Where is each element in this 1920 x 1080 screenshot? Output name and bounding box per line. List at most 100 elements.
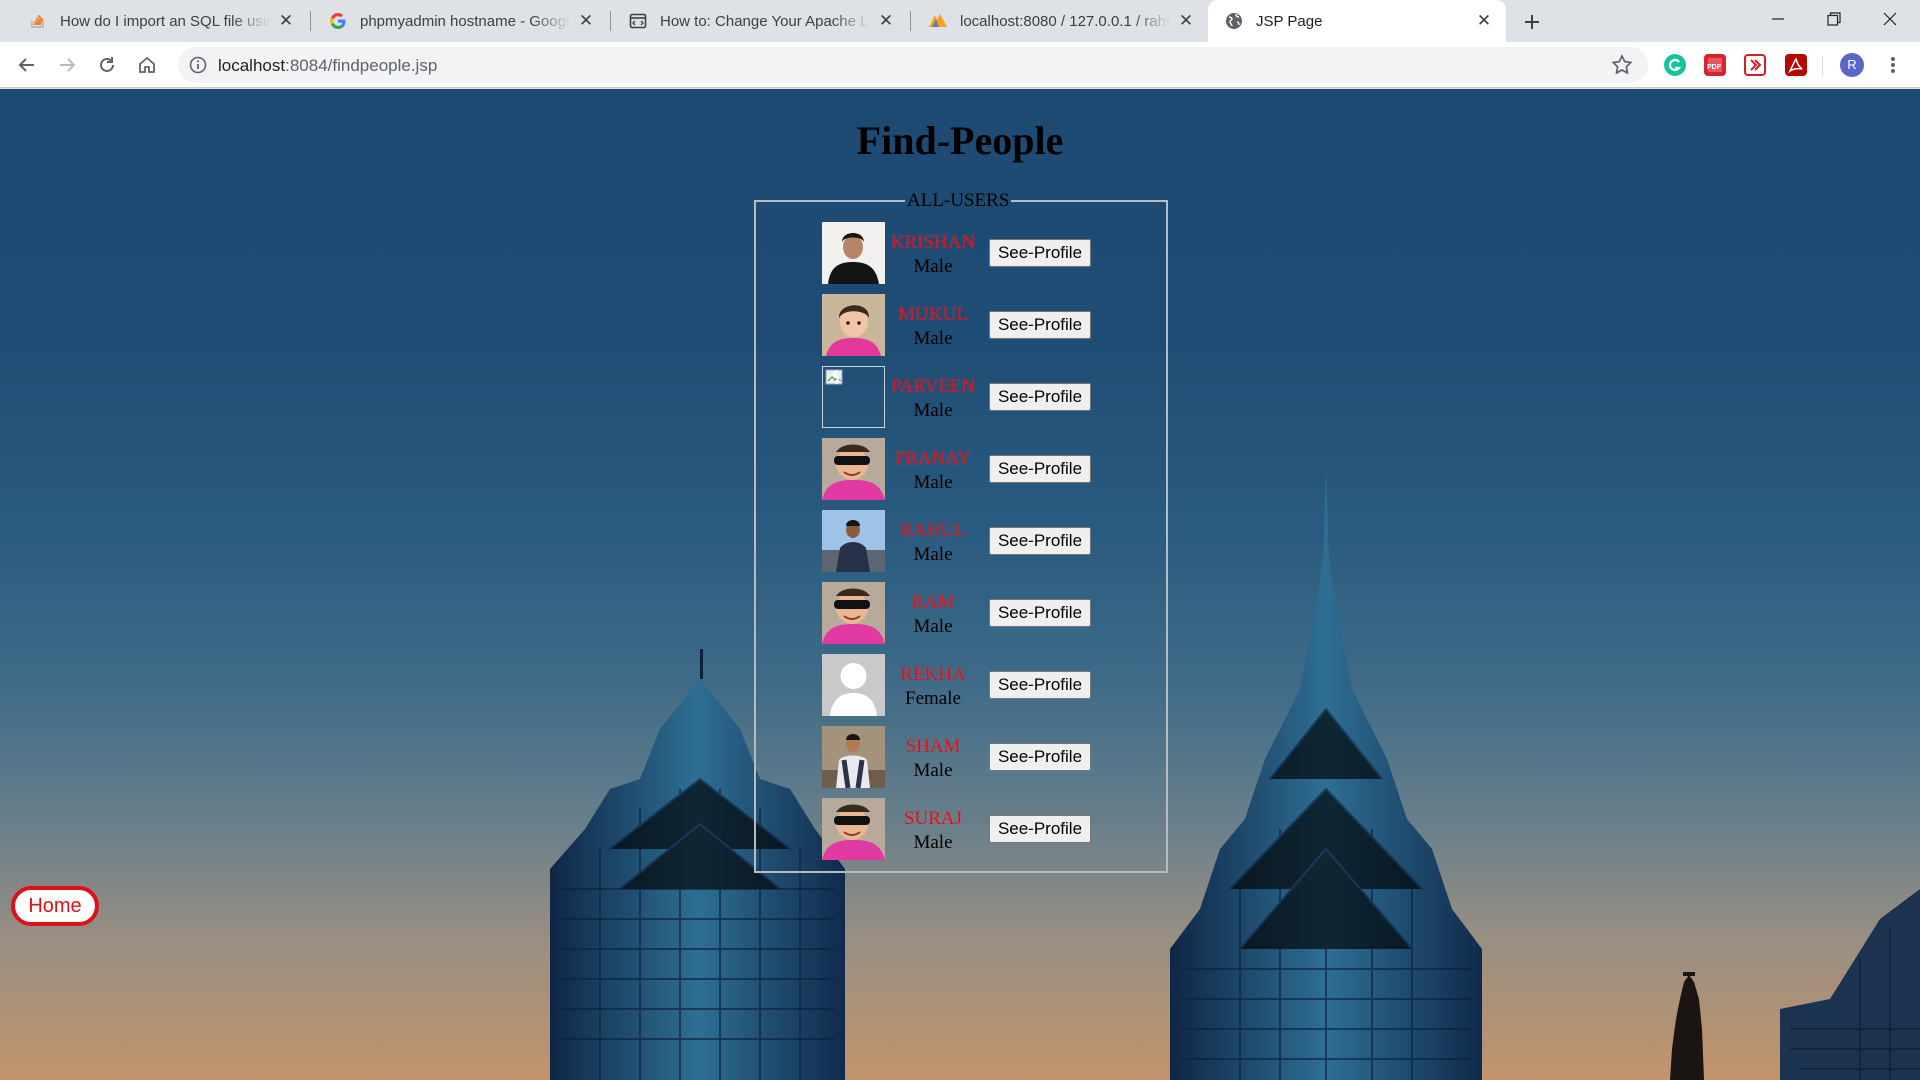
avatar <box>822 654 885 716</box>
svg-text:PDF: PDF <box>1707 64 1722 71</box>
avatar <box>822 798 885 860</box>
user-name: SHAM <box>905 736 961 757</box>
user-gender: Male <box>913 832 953 853</box>
user-row: PARVEEN Male See-Profile <box>822 366 1102 428</box>
user-row: RAM Male See-Profile <box>822 582 1102 644</box>
back-button[interactable] <box>12 50 42 80</box>
user-row: REKHA Female See-Profile <box>822 654 1102 716</box>
globe-icon <box>1224 11 1244 31</box>
video-downloader-extension-icon[interactable] <box>1744 54 1766 76</box>
see-profile-button[interactable]: See-Profile <box>989 743 1091 771</box>
close-icon[interactable]: ✕ <box>276 11 296 31</box>
see-profile-button[interactable]: See-Profile <box>989 599 1091 627</box>
home-button[interactable]: Home <box>11 886 99 926</box>
tab-apache-listen[interactable]: How to: Change Your Apache List ✕ <box>612 0 908 42</box>
menu-button[interactable] <box>1878 50 1908 80</box>
phpmyadmin-icon <box>928 11 948 31</box>
url-host: localhost <box>218 56 286 75</box>
address-bar[interactable]: localhost:8084/findpeople.jsp <box>178 47 1648 83</box>
profile-avatar[interactable]: R <box>1840 53 1864 77</box>
see-profile-button[interactable]: See-Profile <box>989 311 1091 339</box>
reload-button[interactable] <box>92 50 122 80</box>
user-gender: Male <box>913 544 953 565</box>
fieldset-legend: ALL-USERS <box>907 190 1010 211</box>
toolbar-divider <box>1822 56 1823 76</box>
tab-separator <box>910 11 911 31</box>
see-profile-button[interactable]: See-Profile <box>989 383 1091 411</box>
minimize-icon <box>1772 18 1784 20</box>
user-gender: Male <box>913 400 953 421</box>
avatar <box>822 438 885 500</box>
close-icon[interactable]: ✕ <box>1176 11 1196 31</box>
tab-title: JSP Page <box>1256 12 1323 30</box>
user-row: RAHUL Male See-Profile <box>822 510 1102 572</box>
user-name: KRISHAN <box>890 232 976 253</box>
tab-title: phpmyadmin hostname - Google <box>360 12 570 30</box>
user-name: REKHA <box>900 664 966 685</box>
avatar <box>822 222 885 284</box>
user-row: SHAM Male See-Profile <box>822 726 1102 788</box>
browser-toolbar: localhost:8084/findpeople.jsp PDF R <box>0 42 1920 88</box>
user-name: PARVEEN <box>890 376 976 397</box>
avatar <box>822 726 885 788</box>
close-icon[interactable]: ✕ <box>876 11 896 31</box>
user-name: RAM <box>911 592 955 613</box>
tab-separator <box>310 11 311 31</box>
close-icon[interactable]: ✕ <box>1474 11 1494 31</box>
close-window-button[interactable] <box>1862 0 1918 38</box>
user-row: KRISHAN Male See-Profile <box>822 222 1102 284</box>
see-profile-button[interactable]: See-Profile <box>989 671 1091 699</box>
user-name: MUKUL <box>898 304 968 325</box>
user-gender: Male <box>913 256 953 277</box>
page-title: Find-People <box>856 118 1064 163</box>
user-row: SURAJ Male See-Profile <box>822 798 1102 860</box>
user-gender: Male <box>913 472 953 493</box>
restore-button[interactable] <box>1806 0 1862 38</box>
tab-title: localhost:8080 / 127.0.0.1 / rahul <box>960 12 1170 30</box>
acrobat-extension-icon[interactable] <box>1785 54 1807 76</box>
stackoverflow-icon <box>28 11 48 31</box>
tab-google-search[interactable]: phpmyadmin hostname - Google ✕ <box>312 0 608 42</box>
forward-button[interactable] <box>52 50 82 80</box>
tab-title: How do I import an SQL file using <box>60 12 270 30</box>
tab-title: How to: Change Your Apache List <box>660 12 870 30</box>
user-gender: Male <box>913 760 953 781</box>
tab-jsp-page[interactable]: JSP Page ✕ <box>1208 0 1506 42</box>
minimize-button[interactable] <box>1750 0 1806 38</box>
profile-initial: R <box>1847 57 1857 72</box>
user-gender: Female <box>905 688 961 709</box>
url-path: :8084/findpeople.jsp <box>285 56 438 75</box>
see-profile-button[interactable]: See-Profile <box>989 527 1091 555</box>
grammarly-extension-icon[interactable] <box>1664 54 1686 76</box>
webpage-icon <box>628 11 648 31</box>
reload-icon <box>100 57 114 72</box>
user-gender: Male <box>913 328 953 349</box>
see-profile-button[interactable]: See-Profile <box>989 455 1091 483</box>
tab-phpmyadmin[interactable]: localhost:8080 / 127.0.0.1 / rahul ✕ <box>912 0 1208 42</box>
tab-strip: How do I import an SQL file using ✕ phpm… <box>0 0 1920 42</box>
info-icon[interactable] <box>188 55 208 75</box>
user-name: PRANAY <box>894 448 972 469</box>
see-profile-button[interactable]: See-Profile <box>989 815 1091 843</box>
user-row: MUKUL Male See-Profile <box>822 294 1102 356</box>
home-nav-button[interactable] <box>132 50 162 80</box>
bookmark-star-icon[interactable] <box>1610 53 1634 77</box>
new-tab-button[interactable] <box>1518 8 1546 36</box>
close-icon[interactable]: ✕ <box>576 11 596 31</box>
user-name: RAHUL <box>900 520 966 541</box>
user-name: SURAJ <box>903 808 963 829</box>
avatar <box>822 294 885 356</box>
pdf-extension-icon[interactable]: PDF <box>1704 54 1726 76</box>
see-profile-button[interactable]: See-Profile <box>989 239 1091 267</box>
kebab-menu-icon <box>1891 57 1895 73</box>
tab-separator <box>610 11 611 31</box>
broken-image-icon <box>822 366 885 428</box>
url-text: localhost:8084/findpeople.jsp <box>218 56 437 76</box>
google-icon <box>328 11 348 31</box>
arrow-right-icon <box>60 58 76 72</box>
plus-icon <box>1525 15 1539 29</box>
avatar <box>822 510 885 572</box>
house-icon <box>139 56 155 73</box>
tab-sql-import[interactable]: How do I import an SQL file using ✕ <box>12 0 308 42</box>
user-gender: Male <box>913 616 953 637</box>
